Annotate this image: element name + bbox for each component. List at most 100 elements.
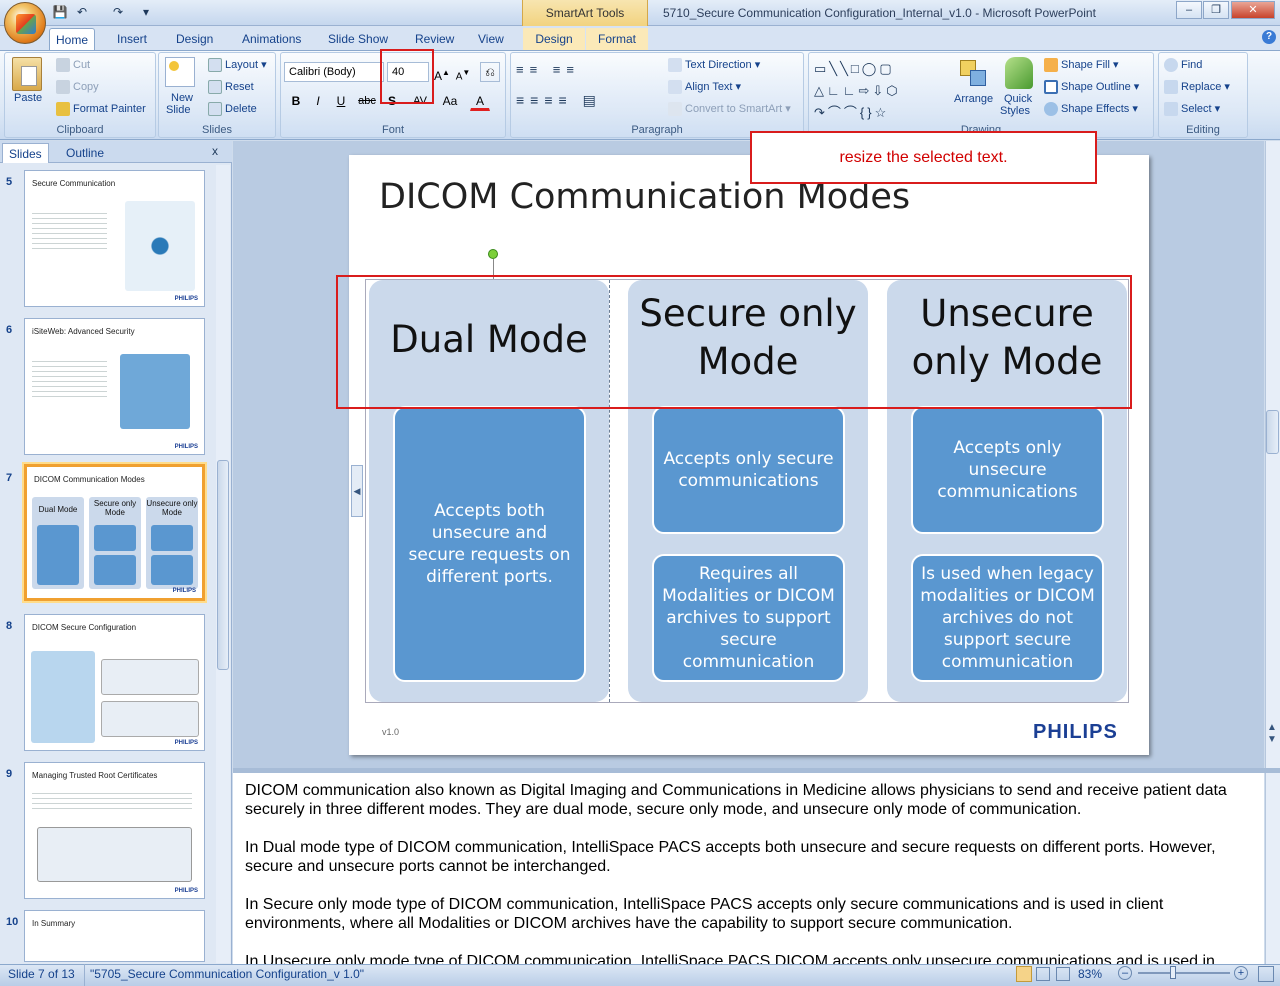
rotation-handle[interactable]: [488, 249, 498, 259]
redo-icon[interactable]: ↷: [110, 4, 126, 20]
zoom-slider-thumb[interactable]: [1170, 966, 1176, 979]
notes-pane[interactable]: DICOM communication also known as Digita…: [233, 773, 1264, 964]
slide-thumbnail-8[interactable]: DICOM Secure Configuration PHILIPS: [24, 614, 205, 751]
new-slide-label[interactable]: New: [171, 92, 193, 104]
unsecure-box-1[interactable]: Accepts only unsecure communications: [911, 406, 1104, 534]
slide-scrollbar[interactable]: [1265, 141, 1280, 768]
quick-styles-button-2[interactable]: Styles: [1000, 105, 1030, 117]
secure-box-2[interactable]: Requires all Modalities or DICOM archive…: [652, 554, 845, 682]
tab-outline-pane[interactable]: Outline: [60, 143, 110, 163]
arrange-icon[interactable]: [958, 58, 988, 88]
slide-thumbnail-5[interactable]: Secure Communication PHILIPS: [24, 170, 205, 307]
zoom-slider-track[interactable]: [1138, 972, 1230, 974]
fit-to-window-icon[interactable]: [1258, 966, 1274, 982]
layout-button[interactable]: Layout ▾: [208, 58, 267, 73]
thumb-logo: PHILIPS: [174, 296, 198, 302]
shape-effects-button[interactable]: Shape Effects ▾: [1044, 102, 1138, 117]
tab-slide-show[interactable]: Slide Show: [322, 28, 394, 50]
slide-thumbnail-6[interactable]: iSiteWeb: Advanced Security PHILIPS: [24, 318, 205, 455]
shape-fill-button[interactable]: Shape Fill ▾: [1044, 58, 1119, 73]
instruction-callout: resize the selected text.: [750, 131, 1097, 184]
restore-button[interactable]: ❐: [1203, 1, 1229, 19]
select-button[interactable]: Select ▾: [1164, 102, 1220, 117]
font-color-button[interactable]: A: [470, 91, 490, 111]
save-icon[interactable]: 💾: [52, 4, 68, 20]
align-text-button[interactable]: Align Text ▾: [668, 80, 741, 95]
slide-sorter-icon[interactable]: [1036, 967, 1050, 981]
tab-home[interactable]: Home: [49, 28, 96, 50]
thumb-title: In Summary: [32, 919, 76, 928]
thumb-logo: PHILIPS: [174, 888, 198, 894]
customize-qat-icon[interactable]: ▾: [138, 4, 154, 20]
italic-button[interactable]: I: [308, 91, 328, 111]
tab-animations[interactable]: Animations: [236, 28, 307, 50]
underline-button[interactable]: U: [331, 91, 351, 111]
cut-button[interactable]: Cut: [56, 58, 90, 72]
minimize-button[interactable]: –: [1176, 1, 1202, 19]
tab-view[interactable]: View: [472, 28, 510, 50]
close-button[interactable]: ✕: [1231, 1, 1275, 19]
zoom-in-icon[interactable]: +: [1234, 966, 1248, 980]
help-icon[interactable]: ?: [1262, 30, 1276, 44]
shape-outline-button[interactable]: Shape Outline ▾: [1044, 80, 1139, 95]
format-painter-button[interactable]: Format Painter: [56, 102, 146, 116]
slide-scroll-thumb[interactable]: [1266, 410, 1279, 454]
tab-smartart-format[interactable]: Format: [586, 28, 648, 50]
grow-font-icon[interactable]: A▲: [432, 62, 452, 83]
shapes-gallery[interactable]: ▭╲╲□◯▢ △∟∟⇨⇩⬡ ↷⌒⌒{}☆: [814, 58, 944, 124]
tab-smartart-design[interactable]: Design: [523, 28, 585, 50]
quick-styles-icon[interactable]: [1005, 57, 1033, 89]
text-direction-label: Text Direction: [685, 59, 752, 71]
zoom-level[interactable]: 83%: [1078, 967, 1102, 981]
notes-scrollbar[interactable]: [1265, 773, 1280, 964]
convert-smartart-button[interactable]: Convert to SmartArt ▾: [668, 102, 791, 117]
pane-close-icon[interactable]: x: [212, 144, 218, 158]
thumb-number: 7: [6, 472, 13, 484]
replace-button[interactable]: Replace ▾: [1164, 80, 1230, 95]
copy-button[interactable]: Copy: [56, 80, 99, 94]
font-size-highlight-box: [380, 49, 434, 104]
slides-pane-scroll-thumb[interactable]: [217, 460, 229, 670]
paste-icon[interactable]: [12, 57, 42, 91]
slide-thumbnail-7[interactable]: DICOM Communication Modes Dual Mode Secu…: [22, 462, 207, 603]
layout-label: Layout: [225, 59, 259, 71]
thumb-box: [94, 525, 136, 551]
font-name-combo[interactable]: Calibri (Body): [284, 62, 384, 82]
tab-insert[interactable]: Insert: [111, 28, 153, 50]
clear-formatting-icon[interactable]: ⎌: [480, 62, 500, 82]
find-button[interactable]: Find: [1164, 58, 1202, 72]
quick-styles-button[interactable]: Quick: [1004, 93, 1032, 105]
text-direction-button[interactable]: Text Direction ▾: [668, 58, 760, 73]
slide-thumbnail-10[interactable]: In Summary: [24, 910, 205, 962]
paste-button[interactable]: Paste: [14, 92, 42, 104]
secure-box-1[interactable]: Accepts only secure communications: [652, 406, 845, 534]
tab-review[interactable]: Review: [409, 28, 460, 50]
office-button[interactable]: [4, 2, 46, 44]
bullets-numbering-icons[interactable]: ≡≡ ≡≡: [516, 62, 580, 77]
new-slide-label-2[interactable]: Slide: [166, 104, 190, 116]
prev-next-slide-icons[interactable]: ▲ ▼: [1267, 722, 1277, 746]
slide-thumbnail-9[interactable]: Managing Trusted Root Certificates PHILI…: [24, 762, 205, 899]
tab-slides-pane[interactable]: Slides: [2, 143, 49, 163]
zoom-out-icon[interactable]: –: [1118, 966, 1132, 980]
arrange-button[interactable]: Arrange: [954, 93, 993, 105]
thumb-sidebar: [31, 651, 95, 743]
thumb-logo: PHILIPS: [174, 444, 198, 450]
strikethrough-button[interactable]: abc: [354, 91, 380, 111]
reset-button[interactable]: Reset: [208, 80, 254, 94]
thumb-title: Managing Trusted Root Certificates: [32, 771, 158, 780]
slide-canvas[interactable]: DICOM Communication Modes ◀ Dual Mode Ac…: [349, 155, 1149, 755]
delete-button[interactable]: Delete: [208, 102, 257, 116]
shrink-font-icon[interactable]: A▼: [453, 62, 473, 82]
new-slide-icon[interactable]: [165, 57, 195, 87]
text-pane-toggle-icon[interactable]: ◀: [351, 465, 363, 517]
normal-view-icon[interactable]: [1016, 966, 1032, 982]
dual-mode-box[interactable]: Accepts both unsecure and secure request…: [393, 406, 586, 682]
bold-button[interactable]: B: [286, 91, 306, 111]
change-case-button[interactable]: Aa: [437, 91, 463, 111]
alignment-icons[interactable]: ≡≡≡≡ ▤: [516, 92, 602, 109]
undo-icon[interactable]: ↶: [74, 4, 90, 20]
slideshow-view-icon[interactable]: [1056, 967, 1070, 981]
unsecure-box-2[interactable]: Is used when legacy modalities or DICOM …: [911, 554, 1104, 682]
tab-design[interactable]: Design: [170, 28, 219, 50]
